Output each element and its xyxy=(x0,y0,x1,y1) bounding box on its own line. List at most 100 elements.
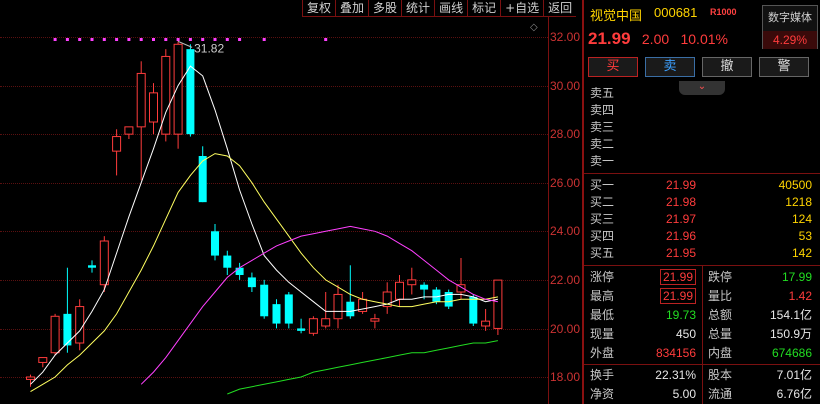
candle-up[interactable] xyxy=(149,92,158,123)
sell-button[interactable]: 卖 xyxy=(645,57,695,77)
y-tick-label: 26.00 xyxy=(550,176,581,190)
y-tick-label: 18.00 xyxy=(550,370,581,384)
ask-row: 卖一 xyxy=(584,153,820,169)
turnover-rate-label: 换手 xyxy=(590,368,615,382)
candle-up[interactable] xyxy=(407,279,417,286)
bid-price: 21.99 xyxy=(665,178,696,192)
total-volume-value: 150.9万 xyxy=(769,327,812,341)
candle-down[interactable] xyxy=(469,296,478,324)
kline-chart-area[interactable]: 复权 叠加 多股 统计 画线 标记 +自选 返回 ◇ 32.00 30.00 2… xyxy=(0,0,582,404)
stat-row: 现量 450 总量 150.9万 xyxy=(584,325,820,343)
event-marker[interactable] xyxy=(188,38,192,41)
float-shares-value: 6.76亿 xyxy=(776,387,812,401)
ma60-line xyxy=(227,340,498,395)
high-value: 21.99 xyxy=(624,287,696,305)
event-marker[interactable] xyxy=(53,38,57,41)
candle-down[interactable] xyxy=(284,294,293,324)
ask-label: 卖二 xyxy=(590,137,615,151)
candle-up[interactable] xyxy=(321,318,331,327)
limit-up-value: 21.99 xyxy=(624,268,696,286)
event-marker[interactable] xyxy=(176,38,180,41)
event-marker[interactable] xyxy=(65,38,69,41)
candle-down[interactable] xyxy=(88,265,96,268)
price-line: 21.99 2.00 10.01% xyxy=(588,29,728,49)
low-label: 最低 xyxy=(590,308,615,322)
float-shares-label: 流通 xyxy=(708,387,733,401)
bid-price: 21.98 xyxy=(665,195,696,209)
candle-up[interactable] xyxy=(75,306,85,344)
candle-down[interactable] xyxy=(272,304,281,324)
candle-down[interactable] xyxy=(420,284,429,290)
turnover-rate-value: 22.31% xyxy=(655,368,696,382)
ask-row: 卖三 xyxy=(584,119,820,135)
inner-volume-label: 内盘 xyxy=(708,346,733,360)
candle-up[interactable] xyxy=(99,240,109,286)
ma5-line xyxy=(30,65,498,385)
candle-down[interactable] xyxy=(346,301,355,317)
sector-change: 4.29% xyxy=(763,31,817,49)
event-marker[interactable] xyxy=(78,38,82,41)
bid-row: 买三 21.97 124 xyxy=(584,211,820,227)
event-marker[interactable] xyxy=(152,38,155,41)
event-marker[interactable] xyxy=(127,38,131,41)
sector-badge[interactable]: 数字媒体 4.29% xyxy=(762,5,818,49)
candle-up[interactable] xyxy=(38,357,48,363)
candle-down[interactable] xyxy=(223,255,232,268)
price-alert-button[interactable]: 警 xyxy=(759,57,809,77)
event-marker[interactable] xyxy=(324,38,328,41)
candle-up[interactable] xyxy=(50,315,60,354)
candle-up[interactable] xyxy=(161,55,171,135)
total-volume-label: 总量 xyxy=(708,327,733,341)
candle-up[interactable] xyxy=(370,318,380,322)
event-marker[interactable] xyxy=(139,38,143,41)
candle-up[interactable] xyxy=(395,281,404,300)
candle-down[interactable] xyxy=(432,289,441,302)
candle-down[interactable] xyxy=(186,49,195,135)
candle-down[interactable] xyxy=(235,267,244,275)
event-marker[interactable] xyxy=(102,38,106,41)
inner-volume-value: 674686 xyxy=(771,346,812,360)
trade-buttons: 买 卖 撤 警 xyxy=(588,57,809,77)
bid-volume: 124 xyxy=(791,212,812,226)
limit-down-value: 17.99 xyxy=(781,270,812,284)
candle-down[interactable] xyxy=(198,156,207,203)
outer-volume-label: 外盘 xyxy=(590,346,615,360)
ma20-line xyxy=(140,225,498,385)
candle-up[interactable] xyxy=(124,126,134,135)
limit-down-label: 跌停 xyxy=(708,270,733,284)
candle-down[interactable] xyxy=(211,231,219,256)
candle-up[interactable] xyxy=(493,279,503,329)
y-tick-label: 24.00 xyxy=(550,224,581,238)
candle-up[interactable] xyxy=(136,72,146,128)
stat-row: 最高 21.99 量比 1.42 xyxy=(584,287,820,305)
ask-label: 卖四 xyxy=(590,103,615,117)
event-marker[interactable] xyxy=(225,38,229,41)
event-marker[interactable] xyxy=(115,38,119,41)
stat-row: 外盘 834156 内盘 674686 xyxy=(584,344,820,362)
candle-up[interactable] xyxy=(173,43,183,135)
stat-row: 净资 5.00 流通 6.76亿 xyxy=(584,385,820,403)
candle-up[interactable] xyxy=(26,376,35,380)
net-assets-value: 5.00 xyxy=(672,387,696,401)
candle-up[interactable] xyxy=(481,320,491,327)
bid-label: 买二 xyxy=(590,195,615,209)
candle-down[interactable] xyxy=(297,328,306,331)
candle-up[interactable] xyxy=(112,136,122,152)
event-marker[interactable] xyxy=(238,38,242,41)
event-marker[interactable] xyxy=(90,38,94,41)
candle-down[interactable] xyxy=(260,284,269,317)
event-marker[interactable] xyxy=(262,38,266,41)
candle-up[interactable] xyxy=(308,318,318,334)
bid-row: 买二 21.98 1218 xyxy=(584,194,820,210)
buy-button[interactable]: 买 xyxy=(588,57,638,77)
candle-up[interactable] xyxy=(333,293,343,320)
cancel-order-button[interactable]: 撤 xyxy=(702,57,752,77)
candlestick-chart[interactable]: 31.82 xyxy=(0,0,548,404)
y-tick-label: 22.00 xyxy=(550,273,581,287)
candle-down[interactable] xyxy=(247,277,256,288)
limit-up-label: 涨停 xyxy=(590,270,615,284)
price-change: 2.00 xyxy=(641,31,670,47)
toolbar-back[interactable]: 返回 xyxy=(543,0,577,17)
y-tick-label: 30.00 xyxy=(550,79,581,93)
event-marker[interactable] xyxy=(164,38,168,41)
